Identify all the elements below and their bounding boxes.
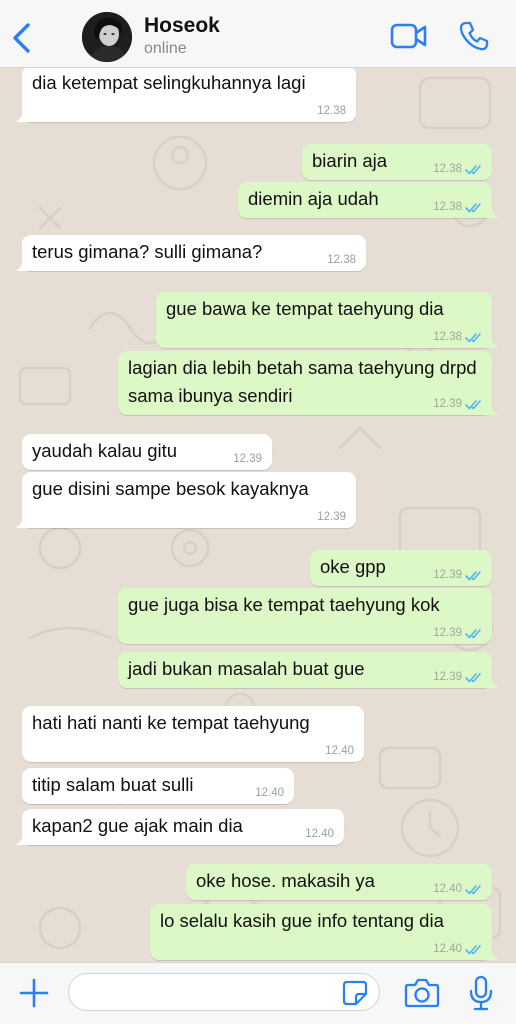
message-text: dia ketempat selingkuhannya lagi xyxy=(32,72,306,93)
contact-name[interactable]: Hoseok xyxy=(144,14,220,38)
read-receipt-icon xyxy=(465,399,481,409)
incoming-message[interactable]: kapan2 gue ajak main dia 12.40 xyxy=(15,809,344,845)
contact-status: online xyxy=(144,40,187,57)
message-text: terus gimana? sulli gimana? xyxy=(32,241,263,262)
message-text: lo selalu kasih gue info tentang dia xyxy=(160,910,444,931)
incoming-message[interactable]: gue disini sampe besok kayaknya 12.39 xyxy=(15,472,356,528)
avatar-photo xyxy=(82,12,132,62)
video-camera-icon[interactable] xyxy=(390,22,428,50)
message-text: lagian dia lebih betah sama taehyung drp… xyxy=(128,357,482,406)
message-meta: 12.40 xyxy=(305,827,334,841)
bubble-tail xyxy=(15,514,29,528)
message-meta: 12.39 xyxy=(433,626,482,640)
message-meta: 12.38 xyxy=(317,104,346,118)
bubble-tail xyxy=(485,401,499,415)
message-text: kapan2 gue ajak main dia xyxy=(32,815,243,836)
read-receipt-icon xyxy=(465,672,481,682)
message-meta: 12.38 xyxy=(327,253,356,267)
message-meta: 12.39 xyxy=(317,510,346,524)
sticker-icon[interactable] xyxy=(342,980,368,1006)
message-time: 12.40 xyxy=(305,828,334,840)
bubble-tail xyxy=(485,334,499,348)
avatar[interactable] xyxy=(82,12,132,62)
chat-area[interactable]: dia ketempat selingkuhannya lagi 12.38 bia… xyxy=(0,68,516,962)
read-receipt-icon xyxy=(465,944,481,954)
incoming-message[interactable]: titip salam buat sulli 12.40 xyxy=(22,768,294,804)
message-text: titip salam buat sulli xyxy=(32,774,194,795)
message-text: yaudah kalau gitu xyxy=(32,440,178,461)
chat-header: Hoseok online xyxy=(0,0,516,68)
bubble-tail xyxy=(15,831,29,845)
phone-icon[interactable] xyxy=(458,20,490,52)
outgoing-message[interactable]: gue bawa ke tempat taehyung dia 12.38 xyxy=(156,292,499,348)
input-bar xyxy=(0,962,516,1024)
message-meta: 12.38 xyxy=(433,330,482,344)
message-time: 12.38 xyxy=(433,331,462,343)
read-receipt-icon xyxy=(465,884,481,894)
message-time: 12.39 xyxy=(433,627,462,639)
read-receipt-icon xyxy=(465,570,481,580)
message-time: 12.38 xyxy=(327,254,356,266)
read-receipt-icon xyxy=(465,628,481,638)
read-receipt-icon xyxy=(465,202,481,212)
message-time: 12.40 xyxy=(325,745,354,757)
message-input[interactable] xyxy=(68,973,380,1011)
incoming-message[interactable]: yaudah kalau gitu 12.39 xyxy=(22,434,272,470)
message-time: 12.38 xyxy=(317,105,346,117)
outgoing-message[interactable]: gue juga bisa ke tempat taehyung kok 12.3… xyxy=(118,588,492,644)
message-meta: 12.40 xyxy=(433,882,482,896)
message-meta: 12.40 xyxy=(255,786,284,800)
camera-icon[interactable] xyxy=(404,977,440,1009)
outgoing-message[interactable]: jadi bukan masalah buat gue 12.39 xyxy=(118,652,499,688)
bubble-tail xyxy=(485,946,499,960)
outgoing-message[interactable]: diemin aja udah 12.38 xyxy=(238,182,499,218)
message-time: 12.40 xyxy=(433,883,462,895)
message-meta: 12.40 xyxy=(325,744,354,758)
outgoing-message[interactable]: lagian dia lebih betah sama taehyung drp… xyxy=(118,351,499,415)
read-receipt-icon xyxy=(465,164,481,174)
message-time: 12.40 xyxy=(433,943,462,955)
message-text: jadi bukan masalah buat gue xyxy=(128,658,365,679)
message-time: 12.39 xyxy=(317,511,346,523)
outgoing-message[interactable]: oke hose. makasih ya 12.40 xyxy=(186,864,492,900)
message-time: 12.40 xyxy=(255,787,284,799)
message-meta: 12.39 xyxy=(433,397,482,411)
message-text: gue disini sampe besok kayaknya xyxy=(32,478,309,499)
bubble-tail xyxy=(15,257,29,271)
message-meta: 12.38 xyxy=(433,162,482,176)
chevron-left-icon[interactable] xyxy=(10,22,34,54)
read-receipt-icon xyxy=(465,332,481,342)
message-text: gue bawa ke tempat taehyung dia xyxy=(166,298,444,319)
message-time: 12.38 xyxy=(433,201,462,213)
incoming-message[interactable]: hati hati nanti ke tempat taehyung 12.40 xyxy=(22,706,364,762)
message-meta: 12.38 xyxy=(433,200,482,214)
outgoing-message[interactable]: lo selalu kasih gue info tentang dia 12.4… xyxy=(150,904,499,960)
outgoing-message[interactable]: biarin aja 12.38 xyxy=(302,144,492,180)
bubble-tail xyxy=(485,204,499,218)
message-text: hati hati nanti ke tempat taehyung xyxy=(32,712,310,733)
microphone-icon[interactable] xyxy=(468,975,494,1011)
message-text: gue juga bisa ke tempat taehyung kok xyxy=(128,594,440,615)
message-time: 12.39 xyxy=(233,453,262,465)
bubble-tail xyxy=(485,674,499,688)
message-meta: 12.40 xyxy=(433,942,482,956)
bubble-tail xyxy=(15,108,29,122)
message-time: 12.39 xyxy=(433,569,462,581)
message-meta: 12.39 xyxy=(433,670,482,684)
incoming-message[interactable]: dia ketempat selingkuhannya lagi 12.38 xyxy=(15,68,356,122)
message-time: 12.38 xyxy=(433,163,462,175)
plus-icon[interactable] xyxy=(18,977,50,1009)
message-time: 12.39 xyxy=(433,398,462,410)
incoming-message[interactable]: terus gimana? sulli gimana? 12.38 xyxy=(15,235,366,271)
message-meta: 12.39 xyxy=(233,452,262,466)
message-meta: 12.39 xyxy=(433,568,482,582)
message-time: 12.39 xyxy=(433,671,462,683)
outgoing-message[interactable]: oke gpp 12.39 xyxy=(310,550,492,586)
